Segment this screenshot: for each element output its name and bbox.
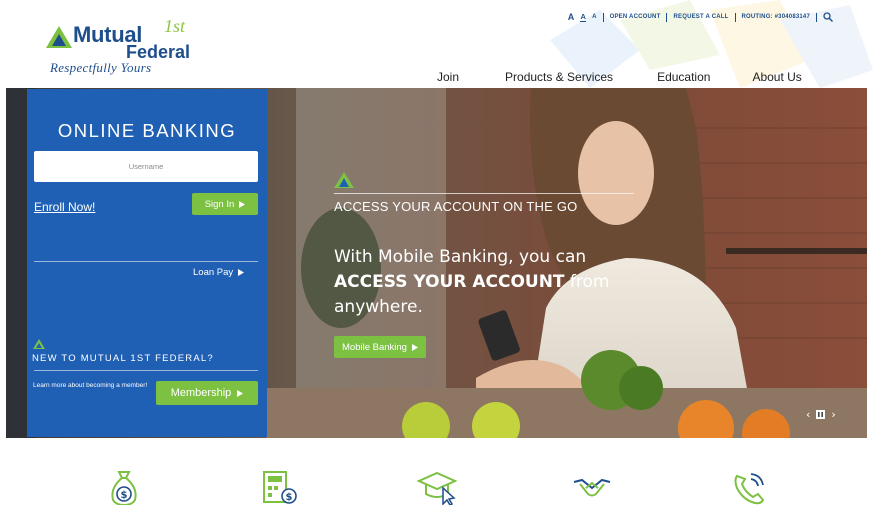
play-arrow-icon [237, 389, 244, 397]
triangle-logo-icon [33, 339, 45, 349]
font-size-medium[interactable]: A [580, 12, 587, 22]
utility-divider [816, 12, 817, 22]
service-icons-row: $ $ [0, 462, 873, 505]
loan-pay-link[interactable]: Loan Pay [193, 267, 245, 278]
membership-label: Membership [170, 387, 232, 399]
open-account-link[interactable]: OPEN ACCOUNT [610, 14, 661, 20]
mobile-banking-button[interactable]: Mobile Banking [334, 336, 426, 358]
new-member-title: NEW TO MUTUAL 1ST FEDERAL? [32, 353, 214, 364]
slide-body-bold: ACCESS YOUR ACCOUNT [334, 272, 565, 292]
slide-kicker: ACCESS YOUR ACCOUNT ON THE GO [334, 199, 578, 214]
slide-body-post2: anywhere. [334, 297, 423, 317]
slider-next-button[interactable]: › [831, 408, 835, 421]
svg-text:$: $ [286, 492, 293, 503]
logo-tagline: Respectfully Yours [50, 60, 152, 75]
svg-text:$: $ [121, 490, 128, 501]
slider-prev-button[interactable]: ‹ [806, 408, 810, 421]
utility-divider [734, 12, 736, 22]
enroll-now-link[interactable]: Enroll Now! [34, 200, 95, 214]
utility-bar: A A A OPEN ACCOUNT REQUEST A CALL ROUTIN… [568, 12, 833, 22]
slide-body-pre: With Mobile Banking, you can [334, 247, 587, 267]
online-banking-panel: ONLINE BANKING Enroll Now! Sign In Loan … [27, 89, 267, 437]
panel-divider [34, 370, 258, 371]
play-arrow-icon [239, 200, 246, 208]
nav-education[interactable]: Education [657, 70, 710, 84]
play-arrow-icon [411, 343, 418, 351]
pause-icon[interactable] [816, 410, 826, 419]
search-icon[interactable] [823, 12, 833, 22]
nav-join[interactable]: Join [437, 70, 459, 84]
slide-divider [334, 193, 634, 194]
play-arrow-icon [238, 269, 245, 276]
username-input[interactable] [34, 151, 258, 182]
nav-products-services[interactable]: Products & Services [505, 70, 613, 84]
main-nav: Join Products & Services Education About… [437, 70, 802, 84]
font-size-large[interactable]: A [568, 12, 575, 22]
panel-divider [34, 261, 258, 262]
calculator-money-icon[interactable]: $ [262, 470, 298, 505]
money-bag-icon[interactable]: $ [108, 470, 140, 505]
membership-button[interactable]: Membership [156, 381, 258, 405]
learn-more-text: Learn more about becoming a member! [33, 382, 148, 389]
site-header: Mutual 1st Federal Respectfully Yours A … [0, 0, 873, 88]
site-logo[interactable]: Mutual 1st Federal Respectfully Yours [46, 16, 206, 83]
logo-name-sup: 1st [164, 16, 186, 36]
slide-body-post1: from [564, 272, 610, 292]
nav-about-us[interactable]: About Us [752, 70, 801, 84]
utility-divider [602, 12, 604, 22]
mobile-banking-label: Mobile Banking [342, 341, 407, 353]
slider-controls: ‹ › [806, 408, 836, 421]
font-size-small[interactable]: A [592, 14, 597, 20]
logo-triangle-icon [46, 26, 72, 48]
online-banking-title: ONLINE BANKING [57, 120, 237, 141]
handshake-icon[interactable] [572, 470, 612, 505]
loan-pay-label: Loan Pay [193, 267, 234, 278]
request-call-link[interactable]: REQUEST A CALL [673, 14, 728, 20]
sign-in-label: Sign In [204, 198, 235, 210]
utility-divider [666, 12, 668, 22]
triangle-logo-icon [334, 172, 354, 188]
graduation-cap-icon[interactable] [417, 470, 457, 505]
sign-in-button[interactable]: Sign In [192, 193, 258, 215]
slide-headline: With Mobile Banking, you can ACCESS YOUR… [334, 245, 674, 320]
phone-call-icon[interactable] [731, 470, 767, 505]
routing-number: ROUTING: #304083147 [741, 14, 810, 20]
